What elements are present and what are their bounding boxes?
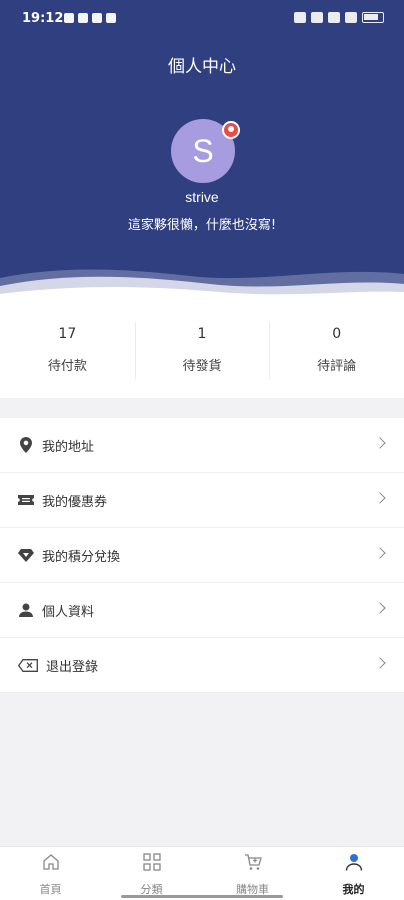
status-time: 19:12 — [22, 11, 64, 26]
sync-icon — [78, 13, 88, 23]
menu-item-address[interactable]: 我的地址 — [0, 418, 404, 473]
person-icon — [18, 602, 34, 618]
diamond-icon — [18, 547, 34, 563]
user-signature: 這家夥很懶，什麼也沒寫! — [127, 218, 277, 233]
order-label: 待評論 — [317, 359, 357, 374]
notification-icons — [64, 13, 116, 23]
chevron-right-icon — [374, 602, 386, 614]
menu-label: 我的積分兌換 — [42, 549, 121, 565]
system-icons — [294, 12, 384, 23]
alarm-icon — [294, 12, 306, 23]
tab-cart[interactable]: 購物車 — [202, 847, 303, 900]
home-icon — [42, 854, 59, 870]
bottom-tab-bar: 首頁 分類 購物車 我的 — [0, 846, 404, 900]
signal-icon — [328, 12, 340, 23]
tab-category[interactable]: 分類 — [101, 847, 202, 900]
menu-item-profile[interactable]: 個人資料 — [0, 583, 404, 638]
logout-icon — [18, 657, 38, 673]
order-pending-review[interactable]: 0 待評論 — [269, 300, 404, 398]
order-count: 1 — [197, 326, 207, 342]
order-label: 待付款 — [47, 359, 87, 374]
header-wave — [0, 269, 404, 300]
chevron-right-icon — [374, 657, 386, 669]
location-badge-icon — [222, 121, 240, 139]
menu-label: 我的地址 — [42, 439, 95, 455]
tab-label: 首頁 — [39, 883, 62, 896]
chevron-right-icon — [374, 547, 386, 559]
tab-label: 我的 — [342, 883, 365, 896]
chevron-right-icon — [374, 492, 386, 504]
menu-item-points[interactable]: 我的積分兌換 — [0, 528, 404, 583]
grid-icon — [142, 853, 161, 871]
battery-icon — [362, 12, 384, 23]
order-pending-shipment[interactable]: 1 待發貨 — [134, 300, 270, 398]
mail-icon — [92, 13, 102, 23]
bluetooth-icon — [311, 12, 323, 23]
coupon-icon — [18, 492, 34, 508]
menu-item-coupons[interactable]: 我的優惠券 — [0, 473, 404, 528]
wifi-icon — [345, 12, 357, 23]
order-label: 待發貨 — [182, 359, 222, 374]
order-pending-payment[interactable]: 17 待付款 — [0, 300, 135, 398]
profile-menu: 我的地址 我的優惠券 我的積分兌換 個人資料 退出登錄 — [0, 418, 404, 693]
home-indicator — [121, 895, 283, 898]
menu-label: 退出登錄 — [46, 659, 99, 675]
message-icon — [106, 13, 116, 23]
chevron-right-icon — [374, 437, 386, 449]
cart-icon — [244, 854, 262, 870]
status-bar: 19:12 — [0, 0, 404, 36]
location-pin-icon — [18, 437, 34, 453]
tab-home[interactable]: 首頁 — [0, 847, 101, 900]
chat-icon — [64, 13, 74, 23]
page-title: 個人中心 — [168, 57, 236, 77]
order-count: 0 — [332, 326, 342, 342]
profile-header: 19:12 個人中心 S strive 這家夥很懶，什麼也沒寫! — [0, 0, 404, 300]
menu-item-logout[interactable]: 退出登錄 — [0, 638, 404, 693]
profile-icon — [345, 854, 362, 871]
order-status-panel: 17 待付款 1 待發貨 0 待評論 — [0, 300, 404, 398]
order-count: 17 — [58, 326, 77, 342]
menu-label: 個人資料 — [42, 604, 95, 620]
menu-label: 我的優惠券 — [42, 494, 108, 510]
tab-profile[interactable]: 我的 — [303, 847, 404, 900]
username: strive — [185, 189, 219, 205]
